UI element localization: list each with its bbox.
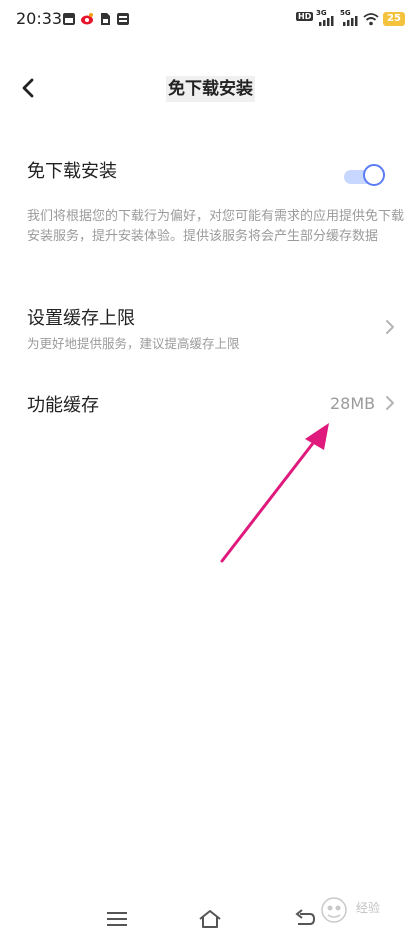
cache-limit-label: 设置缓存上限 — [27, 308, 135, 329]
header: 免下载安装 — [0, 62, 420, 114]
watermark-logo-icon — [321, 897, 347, 923]
status-time: 20:33 — [16, 9, 63, 28]
toggle-knob — [363, 164, 385, 186]
install-free-description: 我们将根据您的下载行为偏好，对您可能有需求的应用提供免下载安装服务，提升安装体验… — [27, 209, 405, 244]
feature-cache-label: 功能缓存 — [27, 395, 99, 416]
cache-limit-sublabel: 为更好地提供服务，建议提高缓存上限 — [27, 336, 240, 351]
watermark-text: 经验 — [356, 901, 381, 915]
install-free-label: 免下载安装 — [27, 161, 117, 182]
watermark: 经验 — [316, 893, 416, 929]
feature-cache-value: 28MB — [330, 394, 376, 413]
storage-icon — [117, 13, 129, 25]
sim-card-icon — [101, 13, 110, 25]
cache-limit-row[interactable]: 设置缓存上限 为更好地提供服务，建议提高缓存上限 — [0, 300, 420, 360]
back-icon[interactable] — [292, 908, 318, 930]
chevron-right-icon — [386, 320, 394, 334]
chevron-left-icon[interactable] — [14, 72, 46, 104]
chevron-right-icon — [386, 396, 394, 410]
hd-badge: HD — [296, 12, 314, 21]
status-bar: 20:33 HD 3G 5G 25 — [0, 0, 420, 40]
signal-1-icon — [319, 16, 334, 26]
gallery-icon — [63, 13, 75, 25]
wifi-icon — [363, 13, 379, 26]
signal-2-icon — [343, 16, 358, 26]
menu-icon[interactable] — [104, 908, 130, 930]
battery-indicator: 25 — [383, 12, 405, 26]
page-title: 免下载安装 — [166, 76, 255, 102]
home-icon[interactable] — [197, 908, 223, 930]
feature-cache-row[interactable]: 功能缓存 28MB — [0, 382, 420, 426]
weibo-icon — [81, 13, 93, 25]
install-free-toggle[interactable] — [342, 162, 392, 192]
annotation-arrow-icon — [220, 423, 329, 563]
